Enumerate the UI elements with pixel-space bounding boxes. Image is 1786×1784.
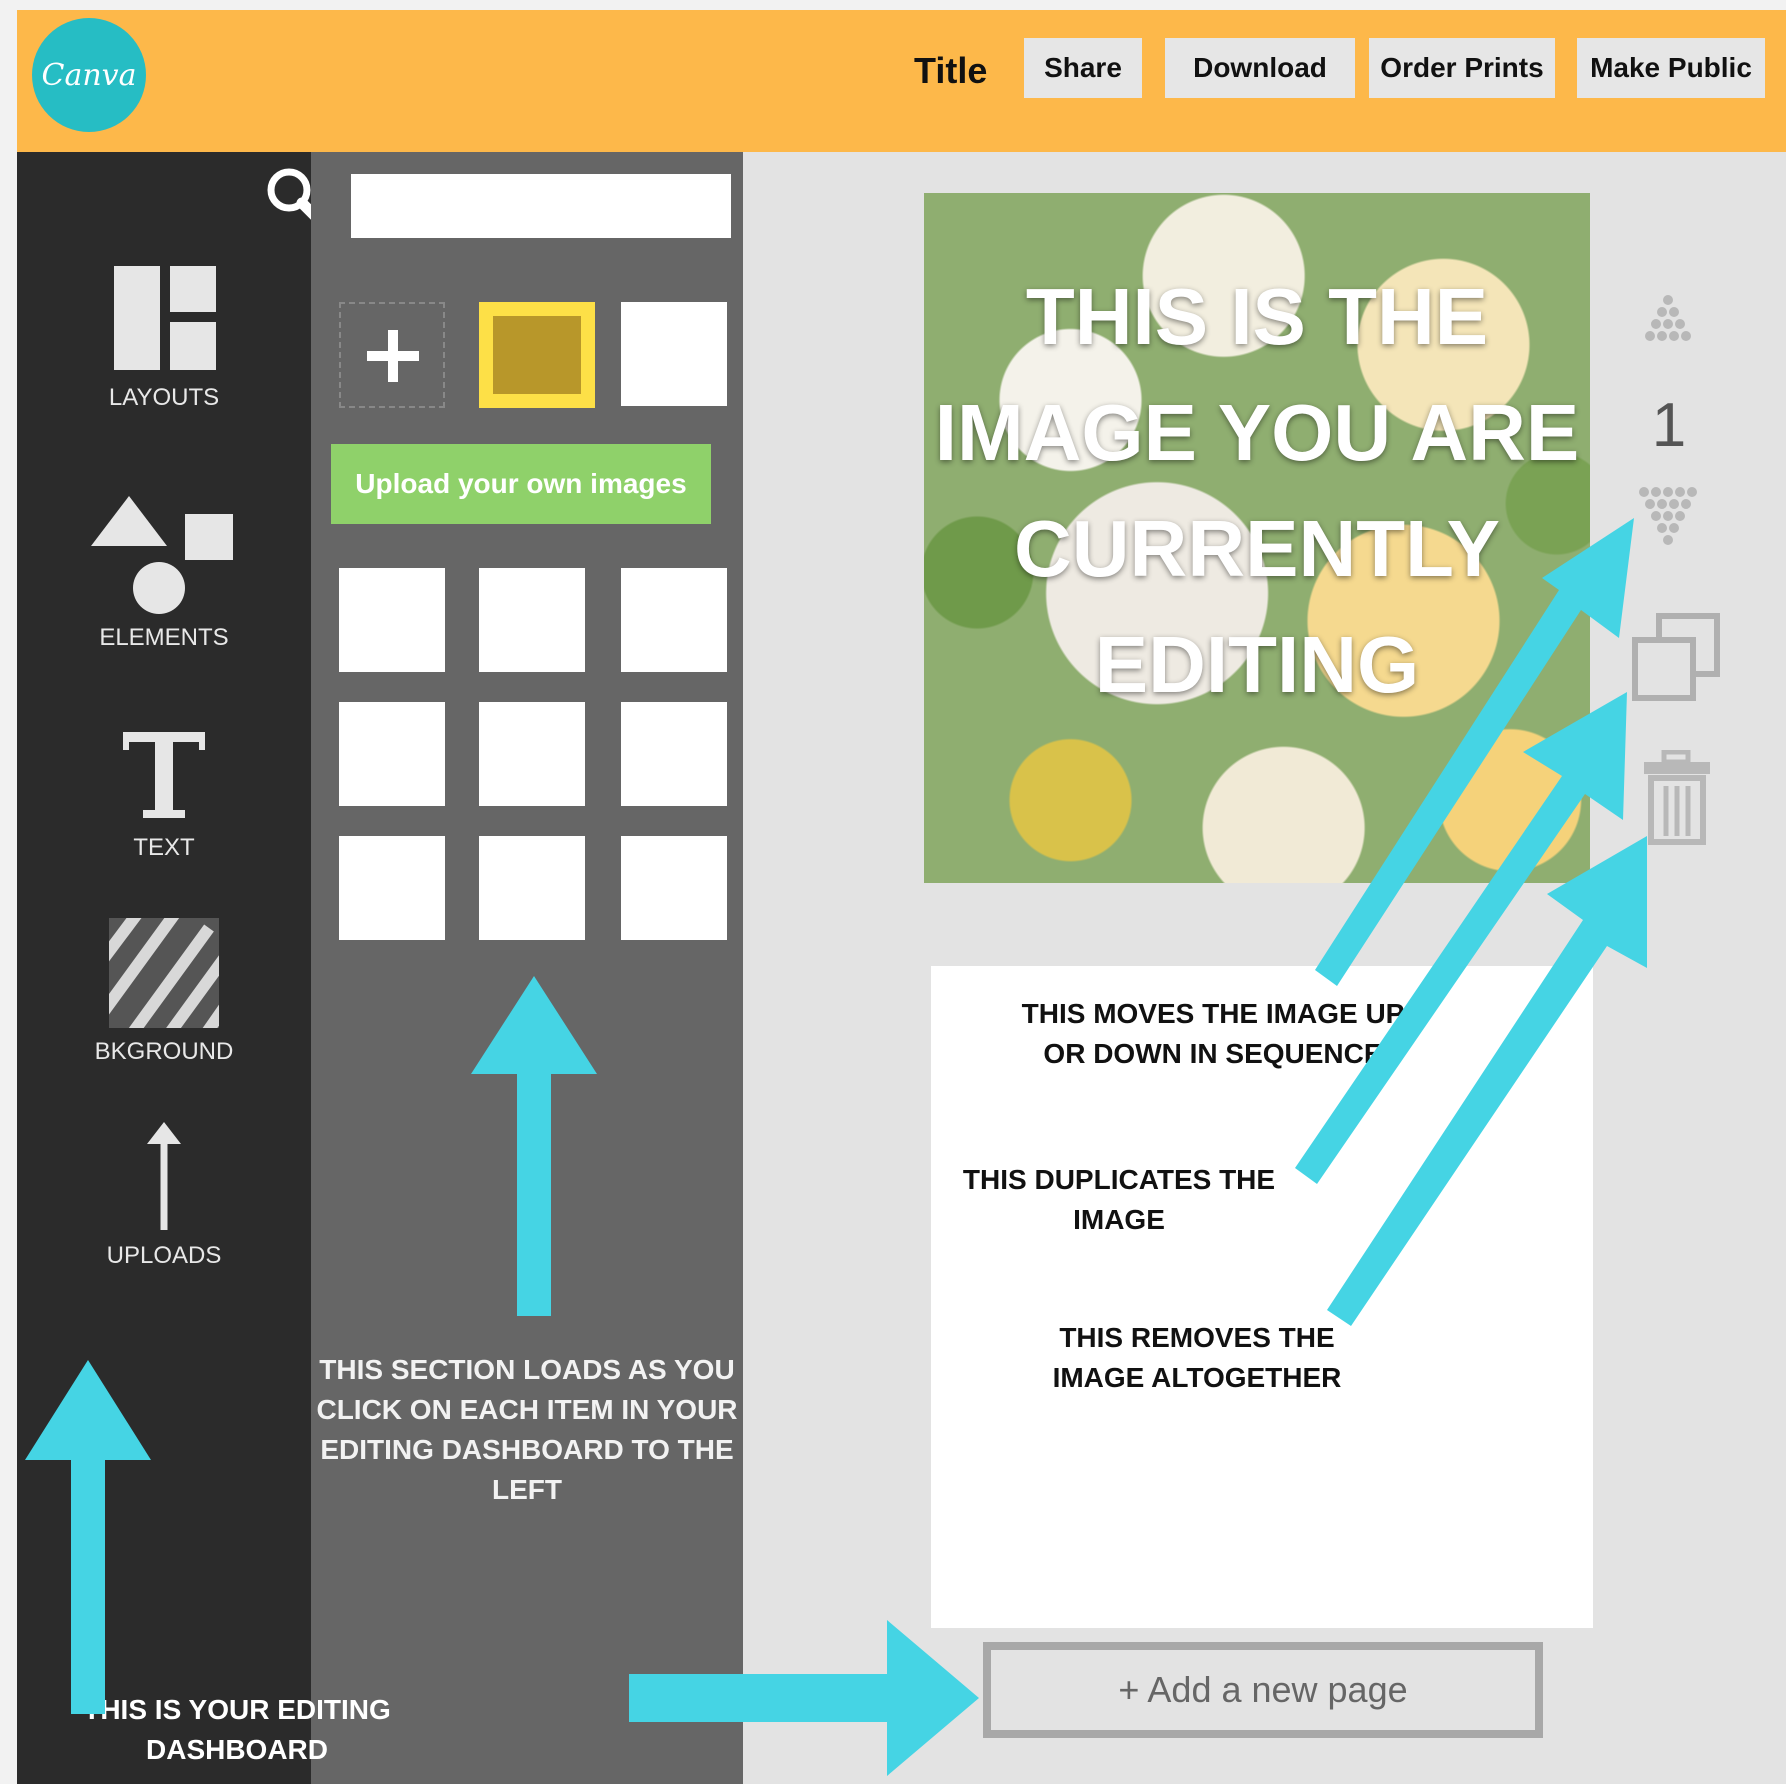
arrow-right-add-page	[629, 1620, 979, 1776]
annotation-arrows	[25, 518, 1647, 1776]
editor-window: Canva Title Share Download Order Prints …	[17, 10, 1786, 1784]
arrow-up-dashboard	[25, 1360, 151, 1714]
arrow-up-panel	[471, 976, 597, 1316]
